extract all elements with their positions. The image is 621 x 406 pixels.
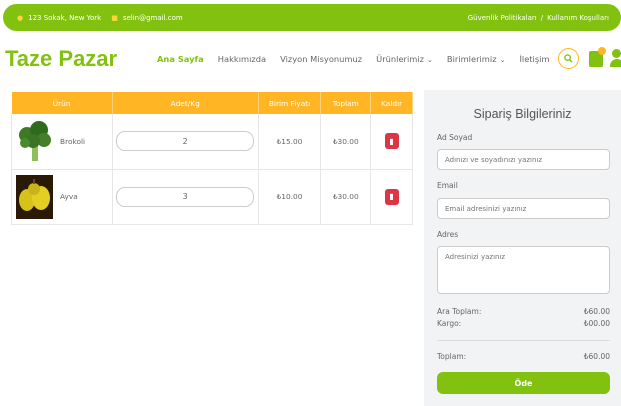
nav-item-products[interactable]: Ürünlerimiz ⌄ — [376, 54, 433, 64]
product-name: Ayva — [60, 192, 78, 201]
cart-table: Ürün Adet/Kg Birim Fiyatı Toplam Kaldır — [11, 92, 413, 225]
address-label: Adres — [437, 230, 459, 239]
terms-link[interactable]: Kullanım Koşulları — [547, 14, 609, 22]
subtotal-row: Ara Toplam: ₺60.00 — [437, 307, 610, 316]
address-input[interactable] — [437, 246, 610, 294]
name-label: Ad Soyad — [437, 133, 473, 142]
envelope-icon: ■ — [111, 13, 118, 22]
separator: / — [540, 13, 544, 22]
col-unit-price: Birim Fiyatı — [258, 92, 322, 114]
pay-button[interactable]: Öde — [437, 372, 610, 394]
unit-price: ₺15.00 — [258, 114, 322, 170]
divider — [437, 340, 610, 341]
nav-item-contact[interactable]: İletişim — [519, 54, 549, 64]
user-icon[interactable] — [610, 49, 621, 67]
nav-item-about[interactable]: Hakkımızda — [218, 54, 266, 64]
quantity-input[interactable] — [116, 186, 255, 207]
search-button[interactable] — [558, 48, 579, 69]
quantity-input[interactable] — [116, 131, 255, 152]
address-text: 123 Sokak, New York — [28, 13, 102, 22]
email-label: Email — [437, 181, 458, 190]
product-name: Brokoli — [60, 136, 86, 146]
col-qty: Adet/Kg — [112, 92, 259, 114]
email-input[interactable] — [437, 198, 610, 219]
site-header: Taze Pazar Ana Sayfa Hakkımızda Vizyon M… — [0, 38, 621, 82]
subtotal-value: ₺60.00 — [583, 307, 610, 316]
nav-item-units[interactable]: Birimlerimiz ⌄ — [447, 54, 506, 64]
shipping-label: Kargo: — [437, 319, 462, 328]
panel-title: Sipariş Bilgileriniz — [473, 107, 572, 121]
nav-item-units-label: Birimlerimiz — [446, 54, 497, 64]
top-bar: ● 123 Sokak, New York ■ selin@gmail.com … — [3, 4, 621, 31]
main-nav: Ana Sayfa Hakkımızda Vizyon Misyonumuz Ü… — [157, 54, 550, 64]
trash-icon: ▮ — [389, 192, 394, 201]
nav-item-vision[interactable]: Vizyon Misyonumuz — [280, 54, 362, 64]
total-row: Toplam: ₺60.00 — [437, 352, 610, 361]
remove-button[interactable]: ▮ — [384, 133, 399, 150]
remove-button[interactable]: ▮ — [384, 188, 399, 205]
total-value: ₺60.00 — [583, 352, 610, 361]
table-row: Ayva ₺10.00 ₺30.00 ▮ — [11, 169, 413, 225]
search-icon — [564, 54, 573, 63]
name-input[interactable] — [437, 149, 610, 170]
table-row: Brokoli ₺15.00 ₺30.00 ▮ — [11, 114, 413, 170]
privacy-link[interactable]: Güvenlik Politikaları — [468, 14, 537, 22]
col-product: Ürün — [11, 92, 113, 114]
location-pin-icon: ● — [17, 13, 24, 22]
cart-button[interactable] — [589, 47, 606, 67]
order-panel: Sipariş Bilgileriniz Ad Soyad Email Adre… — [424, 90, 621, 406]
cart-badge — [598, 47, 606, 55]
col-total: Toplam — [320, 92, 372, 114]
chevron-down-icon: ⌄ — [499, 56, 506, 64]
site-logo[interactable]: Taze Pazar — [5, 46, 117, 72]
table-header: Ürün Adet/Kg Birim Fiyatı Toplam Kaldır — [11, 92, 413, 114]
nav-item-home[interactable]: Ana Sayfa — [157, 54, 204, 64]
total-label: Toplam: — [437, 352, 467, 361]
broccoli-image — [16, 119, 53, 163]
email-link[interactable]: selin@gmail.com — [123, 14, 183, 22]
subtotal-label: Ara Toplam: — [437, 307, 482, 316]
col-remove: Kaldır — [370, 92, 413, 114]
nav-item-products-label: Ürünlerimiz — [376, 54, 425, 64]
chevron-down-icon: ⌄ — [427, 56, 433, 64]
row-total: ₺30.00 — [320, 114, 372, 170]
row-total: ₺30.00 — [320, 169, 372, 225]
trash-icon: ▮ — [389, 136, 394, 146]
shipping-value: ₺00.00 — [583, 319, 610, 328]
quince-image — [16, 174, 53, 219]
unit-price: ₺10.00 — [258, 169, 322, 225]
shipping-row: Kargo: ₺00.00 — [437, 319, 610, 328]
